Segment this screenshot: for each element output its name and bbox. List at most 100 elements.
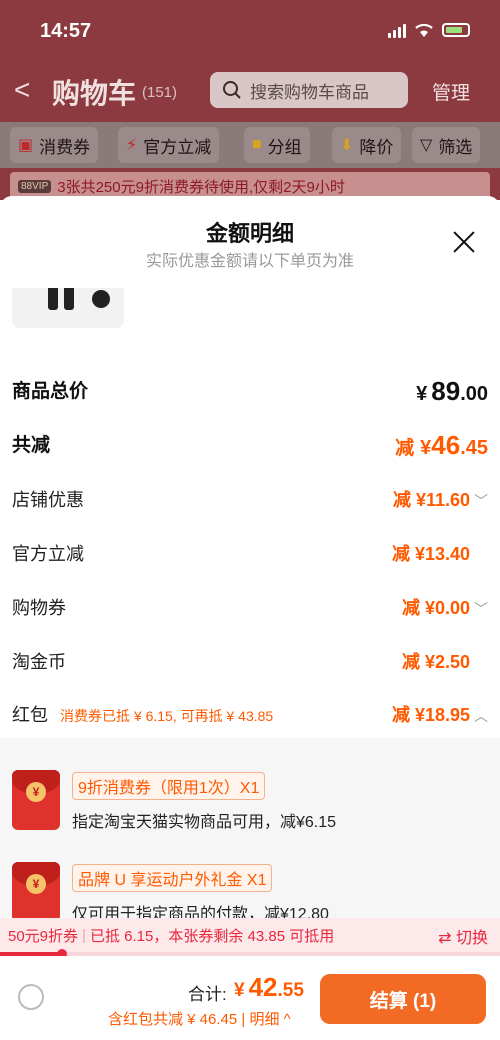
price-integer: 89: [431, 376, 461, 406]
filter-chip-filter[interactable]: ▽ 筛选: [412, 127, 481, 163]
price-integer: 42: [248, 972, 278, 1002]
red-packet-label: 红包: [12, 705, 48, 725]
filter-chip-coupon[interactable]: ▣ 消费券: [10, 127, 99, 163]
total-reduction-row: 共减 减 ¥46.45: [12, 430, 488, 462]
search-icon: [222, 80, 242, 100]
coupon-used: 已抵 6.15: [89, 927, 154, 945]
battery-icon: [442, 23, 470, 37]
shop-discount-row[interactable]: 店铺优惠 减 ¥11.60 ﹀: [12, 486, 488, 514]
wifi-icon: [415, 23, 433, 37]
promo-text: 3张共250元9折消费券待使用,仅剩2天9小时: [57, 178, 345, 196]
red-packet-value-group: 减 ¥18.95 ︿: [392, 701, 488, 727]
status-bar: 14:57: [0, 0, 500, 64]
status-time: 14:57: [40, 20, 92, 42]
search-input[interactable]: 搜索购物车商品: [210, 72, 408, 108]
shopping-coupon-row[interactable]: 购物券 减 ¥0.00 ﹀: [12, 594, 488, 622]
currency-symbol: ¥: [420, 437, 432, 459]
folder-icon: ■: [252, 136, 262, 153]
coupon-usage-strip: 50元9折券 | 已抵 6.15 ， 本张券剩余 43.85 可抵用 ⇄ 切换: [0, 918, 500, 952]
coupon-remain: 本张券剩余 43.85 可抵用: [168, 927, 335, 945]
total-price-row: 商品总价 ¥89.00: [12, 376, 488, 408]
total-label: 合计:: [188, 985, 227, 1004]
coupon-tag: 品牌 U 享运动户外礼金 X1: [72, 864, 273, 892]
coupon-item[interactable]: 品牌 U 享运动户外礼金 X1 仅可用于指定商品的付款，减¥12.80: [12, 862, 488, 924]
chip-label: 消费券: [39, 137, 91, 157]
total-price-value: ¥89.00: [416, 376, 488, 407]
currency-symbol: ¥: [234, 980, 245, 1001]
filter-bar: ▣ 消费券 ⚡ 官方立减 ■ 分组 ⬇ 降价 ▽ 筛选: [0, 122, 500, 168]
chevron-up-icon[interactable]: ︿: [474, 706, 488, 726]
coupon-list: 9折消费券（限用1次）X1 指定淘宝天猫实物商品可用，减¥6.15 品牌 U 享…: [0, 738, 500, 924]
reduction-prefix: 减: [395, 438, 415, 459]
amount-detail-sheet: 金额明细 实际优惠金额请以下单页为准 商品总价 ¥89.00 共减 减 ¥46.4…: [0, 196, 500, 1040]
total-price-label: 商品总价: [12, 381, 89, 402]
checkout-bar: 合计: ¥42.55 含红包共减 ¥ 46.45 | 明细 ^ 结算 (1): [0, 956, 500, 1040]
filter-chip-group[interactable]: ■ 分组: [244, 127, 310, 163]
search-placeholder: 搜索购物车商品: [250, 82, 369, 102]
checkout-button[interactable]: 结算 (1): [320, 974, 486, 1024]
chip-label: 分组: [267, 137, 302, 157]
vip-badge: 88VIP: [18, 179, 52, 193]
chevron-down-icon[interactable]: ﹀: [474, 491, 488, 511]
price-decimal: .45: [460, 437, 488, 459]
product-image-part: [48, 288, 58, 310]
coupon-name: 50元9折券: [8, 927, 79, 945]
official-discount-value: 减 ¥13.40: [391, 544, 470, 564]
official-discount-value-group: 减 ¥13.40: [392, 540, 488, 566]
close-icon[interactable]: [452, 230, 476, 254]
filter-chip-official-discount[interactable]: ⚡ 官方立减: [118, 127, 220, 163]
shop-discount-value-group: 减 ¥11.60 ﹀: [393, 486, 488, 512]
switch-coupon-button[interactable]: ⇄ 切换: [438, 924, 488, 948]
divider: |: [82, 926, 86, 944]
red-packet-note: 消费券已抵 ¥ 6.15, 可再抵 ¥ 43.85: [60, 708, 274, 724]
price-drop-icon: ⬇: [340, 137, 354, 154]
select-all-checkbox[interactable]: [18, 984, 44, 1010]
taojinbi-label: 淘金币: [12, 652, 66, 672]
chevron-down-icon[interactable]: ﹀: [474, 599, 488, 619]
chip-label: 官方立减: [143, 137, 212, 157]
product-thumbnail: [12, 288, 124, 328]
official-discount-label: 官方立减: [12, 544, 84, 564]
total-amount: ¥42.55: [234, 972, 304, 1003]
sheet-subtitle: 实际优惠金额请以下单页为准: [145, 253, 354, 270]
total-reduction-value: 减 ¥46.45: [395, 430, 488, 461]
discount-detail-link[interactable]: 含红包共减 ¥ 46.45 | 明细 ^: [108, 1008, 291, 1029]
coupon-description: 指定淘宝天猫实物商品可用，减¥6.15: [72, 814, 337, 831]
taojinbi-value: 减 ¥2.50: [401, 652, 470, 672]
red-packet-icon: [12, 862, 60, 922]
shop-discount-value: 减 ¥11.60: [392, 490, 470, 510]
shopping-coupon-label: 购物券: [12, 598, 66, 618]
chip-label: 筛选: [438, 137, 473, 157]
price-decimal: .55: [277, 980, 304, 1001]
red-packet-row[interactable]: 红包 消费券已抵 ¥ 6.15, 可再抵 ¥ 43.85 减 ¥18.95 ︿: [12, 701, 488, 729]
price-integer: 46: [431, 430, 461, 460]
taojinbi-value-group: 减 ¥2.50: [402, 648, 488, 674]
cellular-signal-icon: [388, 22, 406, 38]
red-packet-icon: [12, 770, 60, 830]
coupon-tag: 9折消费券（限用1次）X1: [72, 772, 266, 800]
currency-symbol: ¥: [416, 383, 428, 405]
coupon-item[interactable]: 9折消费券（限用1次）X1 指定淘宝天猫实物商品可用，减¥6.15: [12, 770, 488, 832]
cart-header: < 购物车 (151) 搜索购物车商品 管理: [0, 70, 500, 114]
official-discount-row: 官方立减 减 ¥13.40: [12, 540, 488, 568]
status-icons: [388, 22, 470, 38]
product-image-part: [64, 288, 74, 310]
chip-label: 降价: [359, 137, 394, 157]
taojinbi-row: 淘金币 减 ¥2.50: [12, 648, 488, 676]
red-packet-label-group: 红包 消费券已抵 ¥ 6.15, 可再抵 ¥ 43.85: [12, 701, 273, 727]
coupon-icon: ▣: [18, 137, 34, 154]
manage-button[interactable]: 管理: [432, 78, 470, 105]
comma: ，: [153, 927, 169, 945]
shop-discount-label: 店铺优惠: [12, 490, 84, 510]
sheet-title: 金额明细: [205, 221, 294, 246]
filter-icon: ▽: [420, 137, 433, 154]
shopping-coupon-value: 减 ¥0.00: [401, 598, 470, 618]
filter-chip-price-drop[interactable]: ⬇ 降价: [332, 127, 402, 163]
page-title: 购物车: [52, 78, 137, 109]
back-icon[interactable]: <: [14, 74, 30, 106]
red-packet-value: 减 ¥18.95: [391, 705, 470, 725]
total-reduction-label: 共减: [12, 435, 51, 456]
shopping-coupon-value-group: 减 ¥0.00 ﹀: [402, 594, 488, 620]
price-decimal: .00: [460, 383, 488, 405]
product-image-part: [92, 290, 110, 308]
